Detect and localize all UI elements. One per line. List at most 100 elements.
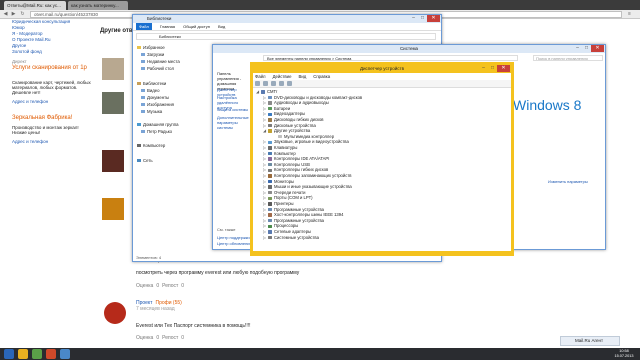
avatar[interactable] xyxy=(104,302,126,324)
chat-widget[interactable]: Mail.Ru Агент xyxy=(560,336,620,346)
scan-icon[interactable] xyxy=(287,81,292,86)
search-input[interactable]: Поиск в панели управления xyxy=(533,55,603,61)
system-title: Система xyxy=(399,46,419,51)
close-icon[interactable]: ✕ xyxy=(497,65,510,72)
nav-item[interactable]: Документы xyxy=(141,95,169,100)
close-icon[interactable]: ✕ xyxy=(427,15,440,22)
nav-item[interactable]: Музыка xyxy=(141,109,162,114)
back-icon[interactable]: ◀ xyxy=(2,11,9,18)
nav-item[interactable]: Домашняя группа xyxy=(137,122,178,127)
repost-label[interactable]: Репост xyxy=(162,283,178,289)
nav-item[interactable]: Компьютер xyxy=(137,143,165,148)
vote-bar: Оценка 0 Репост 0 xyxy=(136,335,184,341)
menu-item[interactable]: Файл xyxy=(255,73,266,80)
nav-item[interactable]: Библиотеки xyxy=(137,81,166,86)
devmgr-menubar: Файл Действие Вид Справка xyxy=(253,73,511,80)
nav-item[interactable]: Загрузки xyxy=(141,52,164,57)
device-icon xyxy=(268,118,272,122)
device-label: Другие устройства xyxy=(274,128,311,134)
explorer-taskbar-icon[interactable] xyxy=(18,349,28,359)
system-left-link[interactable]: Защита системы xyxy=(217,107,251,112)
help-icon[interactable] xyxy=(279,81,284,86)
menu-item[interactable]: Вид xyxy=(298,73,306,80)
menu-icon[interactable]: ≡ xyxy=(626,11,633,18)
minimize-icon[interactable]: – xyxy=(573,45,582,52)
system-path[interactable]: Все элементы панели управления > Система xyxy=(263,55,518,61)
ad-link[interactable]: Адрес и телефон xyxy=(12,139,48,144)
menu-item[interactable]: Справка xyxy=(313,73,330,80)
start-icon[interactable] xyxy=(4,349,14,359)
devmgr-titlebar[interactable]: Диспетчер устройств – □ ✕ xyxy=(253,65,511,73)
avatar[interactable] xyxy=(102,198,124,220)
maximize-icon[interactable]: □ xyxy=(418,15,427,22)
avatar[interactable] xyxy=(102,58,124,80)
device-label: Контроллеры гибких дисков xyxy=(274,167,329,173)
close-icon[interactable]: ✕ xyxy=(591,45,604,52)
sidebar-link[interactable]: Юмор xyxy=(12,25,25,30)
vote-label[interactable]: Оценка xyxy=(136,335,153,341)
taskbar xyxy=(0,348,640,360)
answer-text: посмотреть через программу everest или л… xyxy=(136,270,300,276)
ad-link[interactable]: Адрес и телефон xyxy=(12,99,48,104)
nav-item[interactable]: Рабочий стол xyxy=(141,66,174,71)
ribbon-tab[interactable]: Главная xyxy=(160,23,175,30)
nav-item[interactable]: Сеть xyxy=(137,158,153,163)
device-label: Процессоры xyxy=(274,223,299,229)
forward-icon[interactable] xyxy=(263,81,268,86)
sidebar-link[interactable]: О Проекте Mail.Ru xyxy=(12,37,51,42)
system-titlebar[interactable]: Система – □ ✕ xyxy=(213,45,605,53)
ribbon-tab[interactable]: Вид xyxy=(218,23,225,30)
device-label: Принтеры xyxy=(274,201,294,206)
sidebar-link[interactable]: Я - Модератор xyxy=(12,31,43,36)
ad-title[interactable]: Услуги сканирования от 1р xyxy=(12,65,92,71)
browser-taskbar-icon[interactable] xyxy=(32,349,42,359)
ribbon-tab[interactable]: Общий доступ xyxy=(183,23,210,30)
vote-label[interactable]: Оценка xyxy=(136,283,153,289)
nav-item[interactable]: Недавние места xyxy=(141,59,180,64)
device-label: Дисковые устройства xyxy=(274,122,316,128)
maximize-icon[interactable]: □ xyxy=(582,45,591,52)
ad-title[interactable]: Зеркальная Фабрика! xyxy=(12,115,92,121)
device-label: Видеоадаптеры xyxy=(274,111,306,117)
avatar[interactable] xyxy=(102,150,124,172)
nav-item[interactable]: Изображения xyxy=(141,102,174,107)
properties-icon[interactable] xyxy=(271,81,276,86)
avatar[interactable] xyxy=(102,92,124,114)
browser-tab[interactable]: как узнать материнку... xyxy=(68,1,128,10)
app-taskbar-icon[interactable] xyxy=(46,349,56,359)
forward-icon[interactable]: ▶ xyxy=(10,11,17,18)
maximize-icon[interactable]: □ xyxy=(488,65,497,72)
change-params-link[interactable]: Изменить параметры xyxy=(548,179,588,184)
browser-tab-active[interactable]: Ответы@Mail.Ru: как ус... xyxy=(4,1,66,10)
menu-item[interactable]: Действие xyxy=(273,73,292,80)
back-icon[interactable] xyxy=(255,81,260,86)
nav-item[interactable]: Видео xyxy=(141,88,160,93)
reload-icon[interactable]: ↻ xyxy=(19,11,26,18)
sidebar-link[interactable]: Золотой фонд xyxy=(12,49,42,54)
sidebar-link[interactable]: Юридическая консультация xyxy=(12,19,70,24)
system-left-link[interactable]: Дополнительные параметры системы xyxy=(217,115,251,130)
minimize-icon[interactable]: – xyxy=(409,15,418,22)
repost-label[interactable]: Репост xyxy=(162,335,178,341)
device-tree: ◢ CMTr ▷ DVD-дисководы и дисководы компакт-… xyxy=(253,88,511,251)
device-icon xyxy=(268,179,272,184)
minimize-icon[interactable]: – xyxy=(479,65,488,72)
devmgr-toolbar xyxy=(253,80,511,88)
device-label: Клавиатуры xyxy=(274,145,298,150)
explorer-titlebar[interactable]: Библиотеки – □ ✕ xyxy=(133,15,441,23)
app-taskbar-icon[interactable] xyxy=(60,349,70,359)
ad-text: Сканирование карт, чертежей, любых матер… xyxy=(12,80,91,95)
ribbon-tab[interactable]: Файл xyxy=(136,23,152,30)
device-label: Дисководы гибких дисков xyxy=(274,117,324,122)
vote-value: 0 xyxy=(156,283,160,289)
device-category[interactable]: ▷ Системные устройства xyxy=(263,235,319,241)
nav-item[interactable]: Петр Радько xyxy=(141,129,172,134)
device-icon xyxy=(268,224,272,229)
see-also-link[interactable]: Центр поддержки xyxy=(217,235,250,240)
nav-item[interactable]: Избранное xyxy=(137,45,165,50)
clock[interactable]: 10:58 15.07.2013 xyxy=(610,349,638,359)
repost-value: 0 xyxy=(181,335,185,341)
device-icon xyxy=(268,174,272,178)
sidebar-link[interactable]: Другое xyxy=(12,43,26,48)
explorer-path[interactable]: Библиотеки xyxy=(136,33,436,40)
